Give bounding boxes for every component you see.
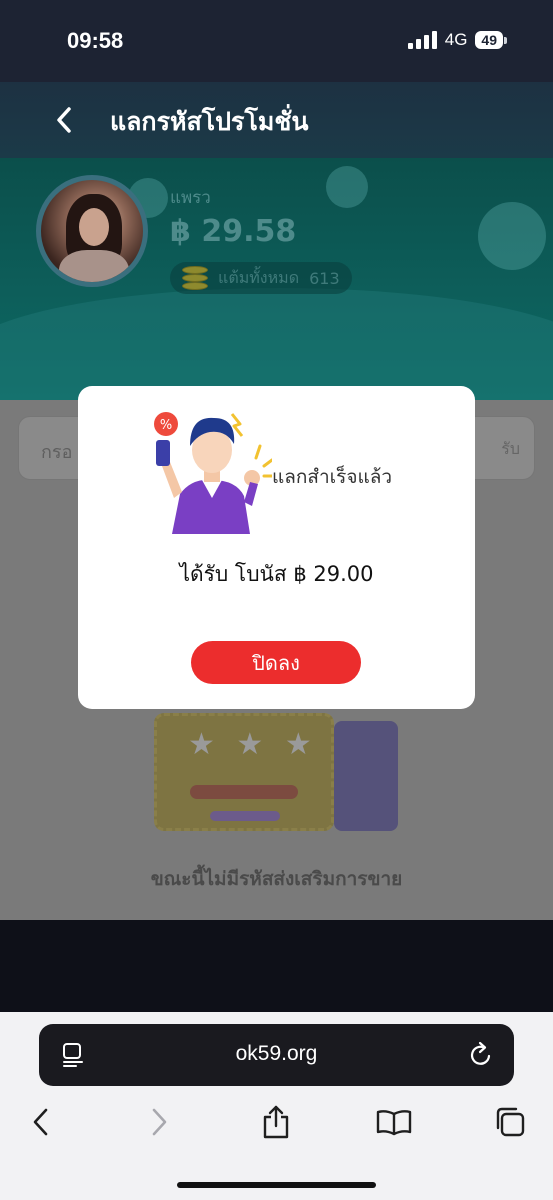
status-indicators: 4G 49 bbox=[407, 30, 507, 50]
profile-banner: แพรว ฿ 29.58 แต้มทั้งหมด 613 bbox=[0, 158, 553, 400]
points-value: 613 bbox=[309, 268, 340, 288]
svg-text:%: % bbox=[160, 418, 172, 433]
browser-bar: ok59.org bbox=[0, 1012, 553, 1200]
browser-back-button[interactable] bbox=[16, 1100, 64, 1144]
tabs-icon bbox=[496, 1107, 525, 1137]
page-title: แลกรหัสโปรโมชั่น bbox=[110, 107, 309, 136]
close-button[interactable]: ปิดลง bbox=[191, 641, 361, 684]
bookmarks-icon bbox=[376, 1110, 412, 1136]
back-button[interactable] bbox=[48, 102, 80, 138]
share-button[interactable] bbox=[252, 1100, 300, 1144]
coin-stack-icon bbox=[182, 266, 208, 290]
points-badge: แต้มทั้งหมด 613 bbox=[170, 262, 352, 294]
empty-state-message: ขณะนี้ไม่มีรหัสส่งเสริมการขาย bbox=[150, 868, 403, 890]
app-header: แลกรหัสโปรโมชั่น bbox=[0, 82, 553, 158]
browser-forward-button[interactable] bbox=[136, 1100, 184, 1144]
balance-amount: ฿ 29.58 bbox=[170, 214, 297, 249]
chevron-left-icon bbox=[57, 107, 71, 133]
success-modal: % แลกสำเร็จแล้ว ได้รับ โบนัส ฿ 29.00 ปิด… bbox=[78, 386, 475, 709]
forward-icon bbox=[152, 1108, 167, 1136]
signal-icon bbox=[407, 31, 437, 49]
promo-code-placeholder: กรอ bbox=[41, 442, 73, 463]
bookmarks-button[interactable] bbox=[370, 1100, 418, 1144]
battery-icon: 49 bbox=[475, 31, 507, 49]
url-text: ok59.org bbox=[235, 1042, 318, 1065]
page-bottom-area bbox=[0, 920, 553, 1012]
redeem-button[interactable]: รับ bbox=[501, 437, 520, 462]
browser-toolbar bbox=[0, 1100, 553, 1144]
excited-man-phone-illustration: % bbox=[154, 412, 272, 534]
tabs-button[interactable] bbox=[486, 1100, 534, 1144]
share-icon bbox=[263, 1105, 289, 1139]
user-name: แพรว bbox=[170, 188, 211, 208]
reward-text: ได้รับ โบนัส ฿ 29.00 bbox=[179, 562, 374, 586]
address-bar[interactable]: ok59.org bbox=[39, 1024, 514, 1086]
network-type: 4G bbox=[444, 30, 468, 49]
success-message: แลกสำเร็จแล้ว bbox=[272, 466, 393, 488]
points-label: แต้มทั้งหมด bbox=[218, 267, 300, 287]
status-time: 09:58 bbox=[67, 28, 124, 53]
reload-icon[interactable] bbox=[468, 1041, 494, 1069]
avatar[interactable] bbox=[36, 175, 148, 287]
home-indicator bbox=[177, 1182, 376, 1188]
back-icon bbox=[33, 1108, 48, 1136]
battery-level: 49 bbox=[475, 31, 503, 49]
ticket-icon: ★ ★ ★ bbox=[150, 705, 410, 855]
status-bar: 09:58 4G 49 bbox=[0, 0, 553, 82]
